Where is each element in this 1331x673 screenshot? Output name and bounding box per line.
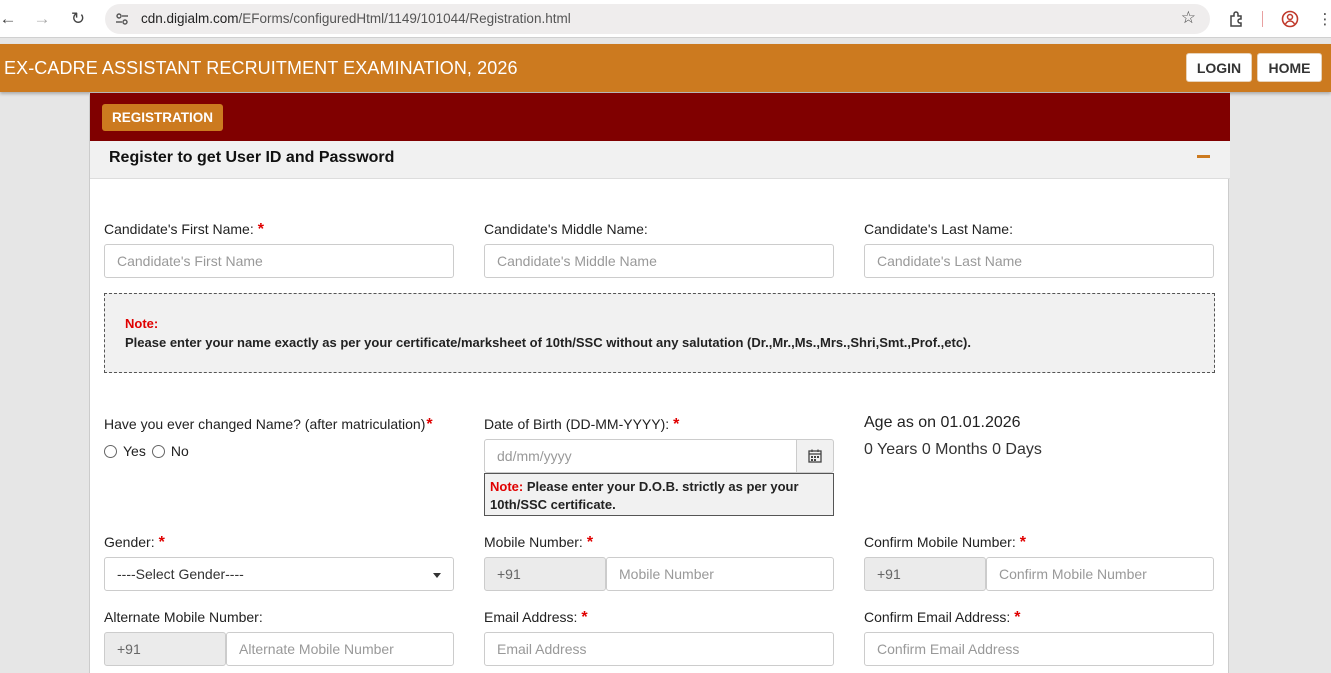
confirm-mobile-label-text: Confirm Mobile Number: [864, 534, 1016, 550]
browser-toolbar: ← → ↻ cdn.digialm.com/EForms/configuredH… [0, 0, 1331, 38]
last-name-label: Candidate's Last Name: [864, 221, 1013, 237]
name-changed-label-text: Have you ever changed Name? (after matri… [104, 416, 426, 432]
required-mark: * [581, 609, 588, 626]
age-title: Age as on 01.01.2026 [864, 414, 1021, 431]
toolbar-divider [1262, 11, 1263, 27]
login-button[interactable]: LOGIN [1186, 53, 1252, 82]
email-input[interactable]: Email Address [484, 632, 834, 666]
extensions-icon[interactable] [1226, 8, 1248, 30]
last-name-input[interactable]: Candidate's Last Name [864, 244, 1214, 278]
chevron-down-icon [433, 573, 441, 578]
dob-label: Date of Birth (DD-MM-YYYY): * [484, 416, 679, 434]
dob-note-text: Please enter your D.O.B. strictly as per… [490, 479, 799, 512]
required-mark: * [673, 416, 680, 433]
url-host: cdn.digialm.com [141, 11, 239, 26]
reload-icon[interactable]: ↻ [66, 8, 90, 30]
no-option-label: No [170, 443, 189, 459]
required-mark: * [1019, 534, 1026, 551]
first-name-label: Candidate's First Name: * [104, 221, 264, 239]
exam-title: EX-CADRE ASSISTANT RECRUITMENT EXAMINATI… [4, 58, 518, 78]
collapse-minus-icon[interactable] [1197, 155, 1210, 158]
dob-input[interactable]: dd/mm/yyyy [484, 439, 797, 473]
panel-title: Register to get User ID and Password [109, 149, 395, 166]
required-mark: * [1014, 609, 1021, 626]
registration-form-card: REGISTRATION Register to get User ID and… [89, 93, 1230, 673]
required-mark: * [257, 221, 264, 238]
dob-note-box: Note: Please enter your D.O.B. strictly … [484, 473, 834, 516]
middle-name-input[interactable]: Candidate's Middle Name [484, 244, 834, 278]
home-button[interactable]: HOME [1257, 53, 1322, 82]
url-text: cdn.digialm.com/EForms/configuredHtml/11… [141, 11, 571, 26]
gender-label-text: Gender: [104, 534, 155, 550]
mobile-label: Mobile Number: * [484, 534, 593, 552]
app-header: EX-CADRE ASSISTANT RECRUITMENT EXAMINATI… [0, 44, 1331, 92]
gender-label: Gender: * [104, 534, 165, 552]
name-changed-label: Have you ever changed Name? (after matri… [104, 416, 433, 434]
mobile-country-code: +91 [484, 557, 606, 591]
alternate-mobile-input[interactable]: Alternate Mobile Number [226, 632, 454, 666]
dob-label-text: Date of Birth (DD-MM-YYYY): [484, 416, 670, 432]
address-bar[interactable]: cdn.digialm.com/EForms/configuredHtml/11… [105, 4, 1210, 34]
yes-option-label: Yes [123, 443, 146, 459]
tab-registration[interactable]: REGISTRATION [102, 104, 223, 131]
mobile-input[interactable]: Mobile Number [606, 557, 834, 591]
required-mark: * [426, 416, 433, 433]
confirm-mobile-label: Confirm Mobile Number: * [864, 534, 1026, 552]
email-label-text: Email Address: [484, 609, 578, 625]
name-changed-no-radio[interactable] [151, 444, 165, 458]
name-changed-radio-group: Yes No [104, 443, 189, 459]
first-name-input[interactable]: Candidate's First Name [104, 244, 454, 278]
confirm-mobile-input[interactable]: Confirm Mobile Number [986, 557, 1214, 591]
first-name-label-text: Candidate's First Name: [104, 221, 254, 237]
name-note-title: Note: [125, 316, 159, 331]
confirm-email-label: Confirm Email Address: * [864, 609, 1021, 627]
required-mark: * [158, 534, 165, 551]
confirm-mobile-country-code: +91 [864, 557, 986, 591]
back-icon[interactable]: ← [0, 8, 20, 30]
required-mark: * [586, 534, 594, 551]
forward-icon[interactable]: → [30, 8, 54, 30]
browser-menu-icon[interactable]: ⋮ [1314, 8, 1331, 30]
name-changed-yes-radio[interactable] [104, 444, 117, 458]
url-path: /EForms/configuredHtml/1149/101044/Regis… [238, 11, 571, 26]
mobile-label-text: Mobile Number: [484, 534, 583, 550]
middle-name-label: Candidate's Middle Name: [484, 221, 648, 237]
name-note-box: Note: Please enter your name exactly as … [104, 293, 1215, 373]
panel-header[interactable]: Register to get User ID and Password [90, 141, 1230, 179]
name-note-text: Please enter your name exactly as per yo… [125, 335, 971, 350]
gender-selected-value: ----Select Gender---- [117, 566, 244, 582]
profile-icon[interactable] [1279, 8, 1301, 30]
confirm-email-label-text: Confirm Email Address: [864, 609, 1011, 625]
dob-note-prefix: Note: [490, 479, 524, 494]
email-label: Email Address: * [484, 609, 588, 627]
calendar-icon[interactable] [796, 439, 834, 473]
gender-select[interactable]: ----Select Gender---- [104, 557, 454, 591]
alternate-mobile-label: Alternate Mobile Number: [104, 609, 263, 625]
site-info-icon[interactable] [113, 10, 131, 28]
registration-bar: REGISTRATION [90, 93, 1230, 141]
age-value: 0 Years 0 Months 0 Days [864, 441, 1042, 458]
bookmark-star-icon[interactable]: ☆ [1181, 8, 1196, 28]
alternate-mobile-country-code: +91 [104, 632, 226, 666]
confirm-email-input[interactable]: Confirm Email Address [864, 632, 1214, 666]
